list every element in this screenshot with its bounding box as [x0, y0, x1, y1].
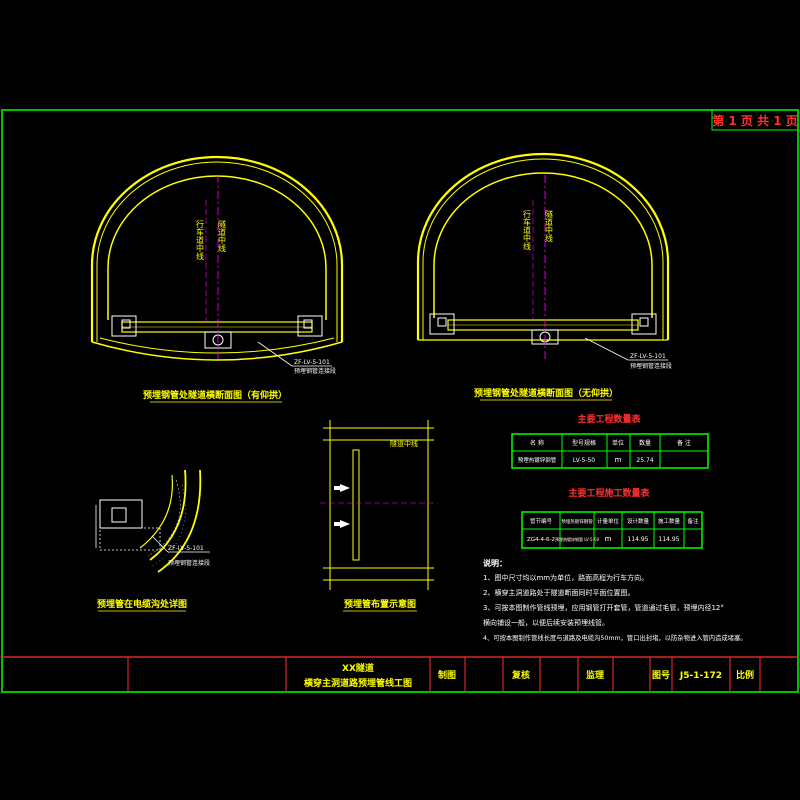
table1-title: 主要工程数量表 [577, 413, 641, 425]
table2-header-3: 设计数量 [627, 517, 650, 525]
drawing-canvas: 第 1 页 共 1 页 行车道中线 隧道中线 ZF-LV-5-101 预埋钢管连… [1, 109, 799, 693]
title-block: XX隧道 横穿主洞道路预埋管线工图 制图 复核 监理 图号 J5-1-172 比… [2, 656, 798, 692]
left-pipe-label: ZF-LV-5-101 [294, 359, 330, 366]
detail-trough [99, 499, 143, 529]
note-3: 3、可按本图制作管线预埋，应用钢管打开套管，管道通过毛管，预埋内径12° [483, 603, 724, 612]
drawing-no: J5-1-172 [679, 671, 722, 681]
detail-trough-inner [111, 507, 127, 523]
right-cable-trough-right-inner [639, 317, 649, 327]
left-cable-trough-right [297, 315, 323, 337]
quantity-table: 主要工程数量表 名 称 型号规格 单位 数量 备 注 预埋热镀锌钢管 LV-5-… [511, 413, 709, 469]
right-outer-lining-2 [422, 158, 664, 340]
draw-label: 制图 [438, 669, 456, 681]
right-pipe-label: ZF-LV-5-101 [630, 353, 666, 360]
left-section-title: 预埋钢管处隧道横断面图（有仰拱） [143, 389, 287, 401]
table1-cell-3: 25.74 [636, 457, 653, 464]
left-vertical-label-1: 行车道中线 [196, 219, 205, 260]
arrow-right-icon-tail-2 [334, 522, 340, 526]
scale-label: 比例 [736, 669, 754, 681]
right-inner-lining [433, 172, 653, 318]
left-cable-trough-left [111, 315, 137, 337]
page-counter: 第 1 页 共 1 页 [712, 113, 798, 128]
plan-title: 预埋管布置示意图 [344, 598, 416, 610]
arrow-right-icon [340, 484, 350, 492]
table2-header-0: 管节编号 [530, 517, 553, 525]
construction-quantity-table: 主要工程施工数量表 管节编号 预埋热镀锌钢管 计量单位 设计数量 施工数量 备注… [521, 487, 703, 549]
plan-detail: 隧道中线 预埋管布置示意图 [320, 420, 438, 612]
table2-header-1: 预埋热镀锌钢管 [561, 518, 593, 525]
table2-cell-3: 114.95 [628, 536, 649, 543]
detail-pipe-sublabel: 预埋钢管连接段 [168, 559, 210, 567]
table1-cell-1: LV-5-50 [573, 457, 595, 464]
right-vertical-label-2: 隧道中线 [545, 209, 554, 242]
note-2: 2、横穿主洞道路处于隧道断面同时平面位置图。 [483, 588, 634, 597]
table1-header-0: 名 称 [530, 439, 544, 447]
supervise-label: 监理 [586, 669, 604, 681]
note-3-cont: 横向铺设一般，以便后续安装预埋线管。 [483, 618, 609, 627]
table1-header-4: 备 注 [677, 439, 691, 447]
right-pipe-sublabel: 预埋钢管连接段 [630, 362, 672, 370]
cable-trench-detail: ZF-LV-5-101 预埋钢管连接段 预埋管在电缆沟处详图 [95, 469, 210, 612]
project-name: XX隧道 [342, 662, 374, 674]
detail-title: 预埋管在电缆沟处详图 [97, 598, 187, 610]
drawing-no-label: 图号 [652, 670, 670, 681]
table1-header-1: 型号规格 [572, 439, 596, 447]
table1-header-2: 单位 [612, 439, 624, 447]
left-pipe-sublabel: 预埋钢管连接段 [294, 367, 336, 375]
table1-cell-0: 预埋热镀锌钢管 [518, 456, 557, 464]
right-section-title: 预埋钢管处隧道横断面图（无仰拱） [474, 387, 618, 399]
note-4: 4、可按本图制作管线长度与道路及电缆沟50mm，管口出封堵，以防杂物进入管内造成… [483, 633, 747, 642]
notes-heading: 说明： [483, 558, 507, 568]
table2-cell-1: 预埋热镀锌钢管 LV-5-50 [555, 536, 600, 542]
note-1: 1、图中尺寸均以mm为单位，路面高程为行车方向。 [483, 573, 648, 582]
review-label: 复核 [511, 669, 530, 681]
right-tunnel-section: 行车道中线 隧道中线 ZF-LV-5-101 预埋钢管连接段 预埋钢管处隧道横断… [416, 152, 672, 401]
table1-cell-2: m [615, 456, 622, 464]
arrow-right-icon-2 [340, 520, 350, 528]
right-vertical-label-1: 行车道中线 [523, 209, 532, 250]
notes: 说明： 1、图中尺寸均以mm为单位，路面高程为行车方向。 2、横穿主洞道路处于隧… [483, 558, 747, 642]
plan-label: 隧道中线 [390, 439, 418, 448]
table2-header-5: 备注 [687, 517, 699, 525]
left-vertical-label-2: 隧道中线 [218, 219, 227, 252]
drawing-name: 横穿主洞道路预埋管线工图 [304, 677, 412, 689]
table2-cell-0: ZG4-4-6-2 [527, 537, 555, 543]
detail-backfill [99, 527, 161, 551]
left-invert-inner [99, 337, 335, 354]
table2-cell-4: 114.95 [659, 536, 680, 543]
left-outer-lining-2 [96, 161, 338, 342]
arrow-right-icon-tail [334, 486, 340, 490]
plan-pipe [352, 449, 360, 561]
table2-cell-2: m [605, 535, 612, 543]
detail-lining-inner [139, 474, 173, 549]
table2-title: 主要工程施工数量表 [568, 487, 650, 499]
right-outer-lining [416, 152, 670, 340]
detail-pipe-label: ZF-LV-5-101 [168, 545, 204, 552]
left-tunnel-section: 行车道中线 隧道中线 ZF-LV-5-101 预埋钢管连接段 预埋钢管处隧道横断… [90, 155, 344, 403]
right-pipe-leader [584, 337, 629, 361]
table1-header-3: 数量 [639, 439, 651, 447]
table2-header-2: 计量单位 [597, 517, 620, 525]
right-cable-trough-left-inner [437, 317, 447, 327]
table2-header-4: 施工数量 [658, 517, 681, 525]
